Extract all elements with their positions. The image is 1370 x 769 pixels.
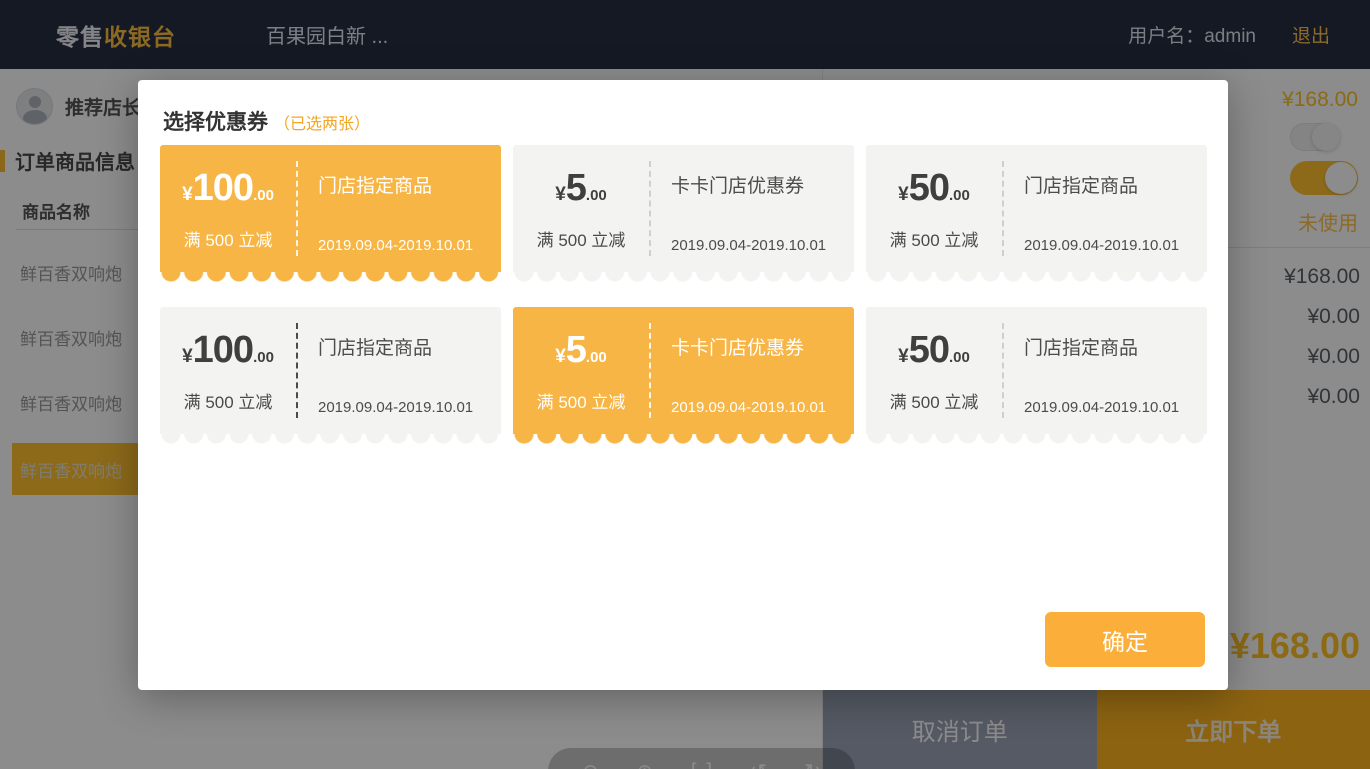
coupon-scallop-edge: [160, 272, 501, 283]
modal-title: 选择优惠券: [163, 106, 268, 136]
coupon-condition: 满 500 立减: [890, 388, 979, 413]
coupon-card[interactable]: ¥5.00 满 500 立减 卡卡门店优惠券 2019.09.04-2019.1…: [513, 307, 854, 434]
coupon-card[interactable]: ¥50.00 满 500 立减 门店指定商品 2019.09.04-2019.1…: [866, 307, 1207, 434]
coupon-date-range: 2019.09.04-2019.10.01: [1024, 237, 1179, 254]
coupon-price: ¥5.00: [555, 167, 607, 210]
confirm-button[interactable]: 确定: [1045, 612, 1205, 667]
selected-count-label: （已选两张）: [274, 110, 370, 134]
coupon-title: 门店指定商品: [318, 171, 432, 198]
coupon-condition: 满 500 立减: [184, 226, 273, 251]
coupon-condition: 满 500 立减: [537, 388, 626, 413]
coupon-scallop-edge: [160, 434, 501, 445]
coupon-card[interactable]: ¥100.00 满 500 立减 门店指定商品 2019.09.04-2019.…: [160, 307, 501, 434]
coupon-title: 门店指定商品: [1024, 171, 1138, 198]
coupon-title: 门店指定商品: [1024, 333, 1138, 360]
coupon-card[interactable]: ¥100.00 满 500 立减 门店指定商品 2019.09.04-2019.…: [160, 145, 501, 272]
coupon-price: ¥50.00: [898, 167, 970, 210]
coupon-date-range: 2019.09.04-2019.10.01: [318, 237, 473, 254]
coupon-divider: [296, 161, 298, 256]
coupon-date-range: 2019.09.04-2019.10.01: [671, 399, 826, 416]
coupon-date-range: 2019.09.04-2019.10.01: [671, 237, 826, 254]
coupon-title: 门店指定商品: [318, 333, 432, 360]
coupon-grid: ¥100.00 满 500 立减 门店指定商品 2019.09.04-2019.…: [160, 145, 1207, 434]
coupon-condition: 满 500 立减: [890, 226, 979, 251]
coupon-scallop-edge: [513, 272, 854, 283]
coupon-price: ¥5.00: [555, 329, 607, 372]
coupon-price: ¥100.00: [182, 329, 274, 372]
coupon-divider: [1002, 161, 1004, 256]
coupon-divider: [649, 323, 651, 418]
coupon-divider: [296, 323, 298, 418]
pos-screen: 零售收银台 百果园白新 ... 用户名：admin 退出 推荐店长 订单商品信息…: [0, 0, 1370, 769]
coupon-title: 卡卡门店优惠券: [671, 333, 804, 360]
coupon-select-modal: 选择优惠券 （已选两张） ¥100.00 满 500 立减 门店指定商品 201…: [138, 80, 1228, 690]
coupon-condition: 满 500 立减: [537, 226, 626, 251]
coupon-divider: [1002, 323, 1004, 418]
coupon-price: ¥100.00: [182, 167, 274, 210]
coupon-scallop-edge: [866, 434, 1207, 445]
coupon-title: 卡卡门店优惠券: [671, 171, 804, 198]
coupon-scallop-edge: [513, 434, 854, 445]
coupon-condition: 满 500 立减: [184, 388, 273, 413]
coupon-divider: [649, 161, 651, 256]
coupon-card[interactable]: ¥5.00 满 500 立减 卡卡门店优惠券 2019.09.04-2019.1…: [513, 145, 854, 272]
coupon-scallop-edge: [866, 272, 1207, 283]
coupon-date-range: 2019.09.04-2019.10.01: [1024, 399, 1179, 416]
coupon-date-range: 2019.09.04-2019.10.01: [318, 399, 473, 416]
coupon-price: ¥50.00: [898, 329, 970, 372]
coupon-card[interactable]: ¥50.00 满 500 立减 门店指定商品 2019.09.04-2019.1…: [866, 145, 1207, 272]
